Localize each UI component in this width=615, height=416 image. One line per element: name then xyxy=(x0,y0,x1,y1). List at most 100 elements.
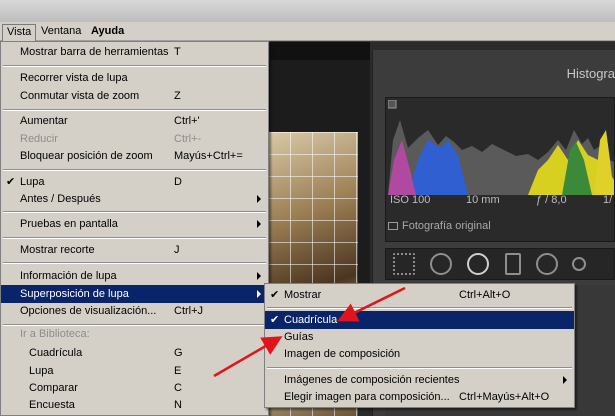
menu-item-conmutar-zoom[interactable]: Conmutar vista de zoom Z xyxy=(1,87,268,105)
histogram-shutter: 1/ xyxy=(603,194,613,206)
menu-item-biblioteca-lupa[interactable]: Lupa E xyxy=(1,362,268,380)
menu-item-label: Lupa xyxy=(29,365,54,377)
submenu-arrow-icon xyxy=(257,220,261,228)
menu-item-label: Cuadrícula xyxy=(284,314,338,326)
menu-item-biblioteca-comparar[interactable]: Comparar C xyxy=(1,379,268,397)
menu-item-shortcut: J xyxy=(174,244,180,256)
menu-item-biblioteca-encuesta[interactable]: Encuesta N xyxy=(1,396,268,414)
menu-item-recorrer-vista[interactable]: Recorrer vista de lupa xyxy=(1,69,268,87)
menu-item-label: Opciones de visualización... xyxy=(20,305,157,317)
menu-item-label: Pruebas en pantalla xyxy=(20,218,118,230)
menu-separator xyxy=(3,109,266,111)
submenu-arrow-icon xyxy=(257,195,261,203)
menu-separator xyxy=(3,262,266,264)
menu-item-shortcut: G xyxy=(174,347,183,359)
menu-item-label: Imágenes de composición recientes xyxy=(284,374,460,386)
menu-item-label: Información de lupa xyxy=(20,270,117,282)
menu-item-label: Guías xyxy=(284,331,314,343)
menu-item-label: Antes / Después xyxy=(20,193,101,205)
library-section-title: Ir a Biblioteca: xyxy=(20,328,90,340)
menu-separator xyxy=(3,169,266,171)
submenu-item-composicion-recientes[interactable]: Imágenes de composición recientes xyxy=(265,371,574,389)
submenu-item-elegir-imagen[interactable]: Elegir imagen para composición... Ctrl+M… xyxy=(265,388,574,406)
brush-tool-icon[interactable] xyxy=(572,257,586,271)
menu-item-label: Mostrar barra de herramientas xyxy=(20,46,169,58)
menu-bar: Vista Ventana Ayuda xyxy=(0,22,615,41)
histogram-focal: 10 mm xyxy=(466,194,500,206)
menu-item-pruebas-pantalla[interactable]: Pruebas en pantalla xyxy=(1,215,268,233)
histogram-graph xyxy=(388,100,614,195)
menu-item-label: Mostrar xyxy=(284,289,322,301)
menu-item-label: Recorrer vista de lupa xyxy=(20,72,128,84)
grid-tool-icon[interactable] xyxy=(393,253,415,275)
menu-item-label: Superposición de lupa xyxy=(20,288,129,300)
histogram-iso: ISO 100 xyxy=(390,194,431,206)
overlay-submenu: ✔ Mostrar Ctrl+Alt+O ✔ Cuadrícula Guías … xyxy=(264,283,575,408)
original-photo-toggle[interactable]: Fotografía original xyxy=(388,220,491,232)
submenu-item-guias[interactable]: Guías xyxy=(265,328,574,346)
menu-ayuda[interactable]: Ayuda xyxy=(87,24,128,39)
submenu-arrow-icon xyxy=(563,376,567,384)
menu-item-antes-despues[interactable]: Antes / Después xyxy=(1,190,268,208)
menu-item-lupa[interactable]: ✔ Lupa D xyxy=(1,173,268,191)
menu-item-label: Comparar xyxy=(29,382,78,394)
menu-item-label: Imagen de composición xyxy=(284,348,401,360)
submenu-item-imagen-composicion[interactable]: Imagen de composición xyxy=(265,345,574,363)
menu-item-mostrar-barra[interactable]: Mostrar barra de herramientas T xyxy=(1,43,268,61)
menu-item-label: Elegir imagen para composición... xyxy=(284,391,450,403)
checkmark-icon: ✔ xyxy=(6,176,16,188)
menu-item-shortcut: Ctrl+J xyxy=(174,305,204,317)
menu-item-shortcut: Ctrl+' xyxy=(174,115,200,127)
menu-item-shortcut: E xyxy=(174,365,182,377)
menu-item-shortcut: C xyxy=(174,382,182,394)
submenu-item-cuadricula[interactable]: ✔ Cuadrícula xyxy=(265,311,574,329)
menu-item-shortcut: Z xyxy=(174,90,181,102)
menu-separator xyxy=(3,65,266,67)
menu-item-label: Conmutar vista de zoom xyxy=(20,90,140,102)
menu-item-label: Encuesta xyxy=(29,399,75,411)
menu-item-shortcut: Ctrl+- xyxy=(174,133,202,145)
menu-item-mostrar-recorte[interactable]: Mostrar recorte J xyxy=(1,241,268,259)
checkmark-icon: ✔ xyxy=(270,289,280,301)
menu-separator xyxy=(267,367,572,369)
menu-ventana[interactable]: Ventana xyxy=(37,24,85,39)
redeye-tool-icon[interactable] xyxy=(505,253,521,275)
menu-item-shortcut: Ctrl+Alt+O xyxy=(459,289,511,301)
menu-item-informacion-lupa[interactable]: Información de lupa xyxy=(1,267,268,285)
menu-item-reducir: Reducir Ctrl+- xyxy=(1,130,268,148)
crop-tool-icon[interactable] xyxy=(430,253,452,275)
menu-item-shortcut: Mayús+Ctrl+= xyxy=(174,150,243,162)
filmstrip-header xyxy=(270,42,370,60)
original-photo-label: Fotografía original xyxy=(402,220,491,232)
menu-separator xyxy=(267,307,572,309)
menu-item-biblioteca-cuadricula[interactable]: Cuadrícula G xyxy=(1,344,268,362)
vista-menu: Mostrar barra de herramientas T Recorrer… xyxy=(0,41,269,416)
submenu-item-mostrar[interactable]: ✔ Mostrar Ctrl+Alt+O xyxy=(265,286,574,304)
menu-separator xyxy=(3,324,266,326)
menu-item-aumentar[interactable]: Aumentar Ctrl+' xyxy=(1,112,268,130)
menu-item-shortcut: T xyxy=(174,46,181,58)
checkbox-icon xyxy=(388,222,398,231)
menu-item-opciones-visualizacion[interactable]: Opciones de visualización... Ctrl+J xyxy=(1,302,268,320)
histogram-title: Histogra xyxy=(566,66,615,81)
menu-item-shortcut: Ctrl+Mayús+Alt+O xyxy=(459,391,550,403)
menu-item-label: Bloquear posición de zoom xyxy=(20,150,153,162)
menu-vista[interactable]: Vista xyxy=(2,24,37,41)
spot-tool-icon[interactable] xyxy=(467,253,489,275)
menu-item-label: Reducir xyxy=(20,133,58,145)
menu-item-label: Mostrar recorte xyxy=(20,244,95,256)
menu-item-superposicion-lupa[interactable]: Superposición de lupa xyxy=(1,285,268,303)
menu-item-label: Aumentar xyxy=(20,115,68,127)
menu-item-label: Lupa xyxy=(20,176,45,188)
menu-separator xyxy=(3,237,266,239)
window-titlebar xyxy=(0,0,615,22)
menu-item-label: Cuadrícula xyxy=(29,347,83,359)
gradient-tool-icon[interactable] xyxy=(536,253,558,275)
menu-item-bloquear-zoom[interactable]: Bloquear posición de zoom Mayús+Ctrl+= xyxy=(1,147,268,165)
checkmark-icon: ✔ xyxy=(270,314,280,326)
menu-item-shortcut: D xyxy=(174,176,182,188)
histogram-aperture: ƒ / 8,0 xyxy=(536,194,567,206)
submenu-arrow-icon xyxy=(257,272,261,280)
submenu-arrow-icon xyxy=(257,290,261,298)
menu-item-shortcut: N xyxy=(174,399,182,411)
